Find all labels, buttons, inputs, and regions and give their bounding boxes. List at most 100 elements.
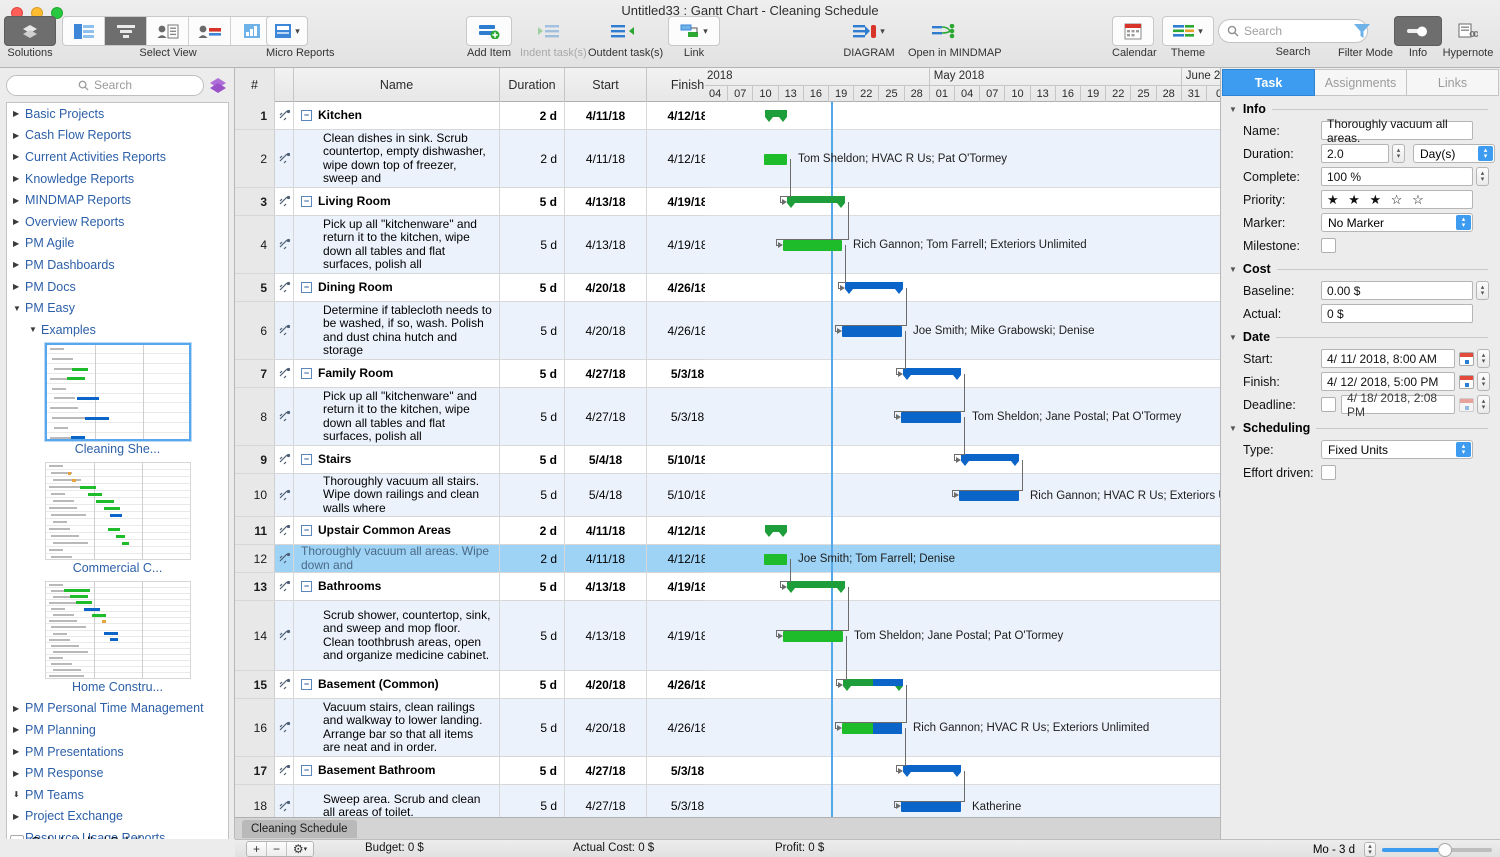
duration-cell[interactable]: 5 d <box>500 446 565 473</box>
gantt-task-bar[interactable] <box>764 154 787 165</box>
field-effort-driven[interactable]: Effort driven: <box>1221 462 1500 483</box>
tab-links[interactable]: Links <box>1407 69 1499 96</box>
duration-unit-select[interactable]: Day(s) ▴▾ <box>1413 144 1495 163</box>
sidebar-item-overview-reports[interactable]: ▶Overview Reports <box>7 211 228 233</box>
document-tab[interactable]: Cleaning Schedule <box>242 820 357 838</box>
chevron-right-icon[interactable]: ▶ <box>13 260 25 269</box>
duration-cell[interactable]: 5 d <box>500 601 565 670</box>
sidebar-item-pm-easy[interactable]: ▼PM Easy <box>7 297 228 319</box>
gantt-summary-bar[interactable] <box>843 679 903 686</box>
field-name[interactable]: Name: Thoroughly vacuum all areas. <box>1221 120 1500 141</box>
duration-cell[interactable]: 2 d <box>500 130 565 187</box>
col-header-num[interactable]: # <box>235 68 275 102</box>
chevron-down-icon[interactable]: ▼ <box>1229 265 1237 274</box>
chevron-right-icon[interactable]: ▶ <box>13 747 25 756</box>
start-cell[interactable]: 4/11/18 <box>565 517 647 544</box>
chevron-right-icon[interactable]: ▶ <box>13 725 25 734</box>
duration-cell[interactable]: 5 d <box>500 573 565 600</box>
start-cell[interactable]: 4/27/18 <box>565 785 647 817</box>
col-header-name[interactable]: Name <box>294 68 500 102</box>
diagram-button[interactable]: ▾ DIAGRAM <box>838 16 900 59</box>
link-button[interactable]: ▾ Link <box>668 16 720 59</box>
chevron-down-icon[interactable]: ▼ <box>1229 333 1237 342</box>
gantt-row[interactable] <box>705 360 1220 388</box>
field-start[interactable]: Start: 4/ 11/ 2018, 8:00 AM ▴▾ <box>1221 348 1500 369</box>
collapse-expander[interactable]: − <box>301 765 312 776</box>
complete-stepper[interactable]: ▴▾ <box>1476 167 1489 186</box>
task-type-icon[interactable] <box>275 757 294 784</box>
duration-cell[interactable]: 5 d <box>500 216 565 273</box>
gantt-body[interactable]: Tom Sheldon; HVAC R Us; Pat O'TormeyRich… <box>705 102 1220 817</box>
task-name-cell[interactable]: −Bathrooms <box>294 573 500 600</box>
task-name-cell[interactable]: −Basement Bathroom <box>294 757 500 784</box>
gantt-summary-bar[interactable] <box>765 110 787 117</box>
field-finish[interactable]: Finish: 4/ 12/ 2018, 5:00 PM ▴▾ <box>1221 371 1500 392</box>
inspector-tabs[interactable]: Task Assignments Links <box>1222 69 1499 96</box>
task-type-icon[interactable] <box>275 699 294 756</box>
gantt-task-bar[interactable] <box>764 554 787 565</box>
start-cell[interactable]: 4/13/18 <box>565 188 647 215</box>
theme-icon[interactable]: ▾ <box>1162 16 1214 46</box>
field-deadline[interactable]: Deadline: 4/ 18/ 2018, 2:08 PM ▴▾ <box>1221 394 1500 415</box>
task-name-cell[interactable]: Clean dishes in sink. Scrub countertop, … <box>294 130 500 187</box>
section-cost[interactable]: ▼ Cost <box>1229 260 1500 278</box>
duration-cell[interactable]: 2 d <box>500 545 565 572</box>
sidebar-thumbnail[interactable]: Commercial C... <box>7 462 228 579</box>
task-type-icon[interactable] <box>275 446 294 473</box>
task-name-cell[interactable]: −Kitchen <box>294 102 500 129</box>
duration-cell[interactable]: 2 d <box>500 102 565 129</box>
chevron-right-icon[interactable]: ▶ <box>13 769 25 778</box>
duration-cell[interactable]: 5 d <box>500 474 565 516</box>
add-row-button[interactable]: + <box>247 842 267 856</box>
collapse-expander[interactable]: − <box>301 581 312 592</box>
sidebar-item-pm-teams[interactable]: ⬇PM Teams <box>7 784 228 806</box>
task-type-icon[interactable] <box>275 360 294 387</box>
open-in-mindmap-button[interactable]: Open in MINDMAP <box>908 16 1002 59</box>
sidebar-item-project-exchange[interactable]: ▶Project Exchange <box>7 806 228 828</box>
select-view-group[interactable]: Select View <box>62 16 274 59</box>
add-item-button[interactable]: Add Item <box>466 16 512 59</box>
task-name-cell[interactable]: −Family Room <box>294 360 500 387</box>
chevron-right-icon[interactable]: ▶ <box>13 196 25 205</box>
name-input[interactable]: Thoroughly vacuum all areas. <box>1321 121 1473 140</box>
type-select[interactable]: Fixed Units ▴▾ <box>1321 440 1473 459</box>
task-name-cell[interactable]: Sweep area. Scrub and clean all areas of… <box>294 785 500 817</box>
start-cell[interactable]: 4/20/18 <box>565 274 647 301</box>
finish-stepper[interactable]: ▴▾ <box>1477 372 1490 391</box>
task-name-cell[interactable]: −Living Room <box>294 188 500 215</box>
sidebar-item-basic-projects[interactable]: ▶Basic Projects <box>7 103 228 125</box>
solutions-tree[interactable]: ▶Basic Projects▶Cash Flow Reports▶Curren… <box>6 102 229 857</box>
calendar-icon[interactable] <box>1459 398 1474 412</box>
gantt-chart[interactable]: 2018May 2018June 20407101316192225280104… <box>705 68 1220 817</box>
gantt-task-bar[interactable] <box>901 801 961 812</box>
start-cell[interactable]: 4/20/18 <box>565 699 647 756</box>
duration-cell[interactable]: 5 d <box>500 699 565 756</box>
duration-cell[interactable]: 5 d <box>500 188 565 215</box>
hypernote-button[interactable]: Hypernote <box>1442 16 1494 59</box>
field-priority[interactable]: Priority: ★ ★ ★ ☆ ☆ <box>1221 189 1500 210</box>
gantt-task-bar[interactable] <box>842 326 902 337</box>
gantt-summary-bar[interactable] <box>787 581 845 588</box>
task-type-icon[interactable] <box>275 188 294 215</box>
start-cell[interactable]: 5/4/18 <box>565 446 647 473</box>
chevron-down-icon[interactable]: ▼ <box>29 325 41 334</box>
chevron-updown-icon[interactable]: ▴▾ <box>1456 442 1471 457</box>
field-milestone[interactable]: Milestone: <box>1221 235 1500 256</box>
chevron-down-icon[interactable]: ▾ <box>880 26 885 37</box>
duration-cell[interactable]: 5 d <box>500 274 565 301</box>
gantt-task-bar[interactable] <box>783 240 842 251</box>
start-cell[interactable]: 4/20/18 <box>565 302 647 359</box>
outdent-task-button[interactable]: Outdent task(s) <box>588 16 663 59</box>
duration-cell[interactable]: 5 d <box>500 671 565 698</box>
task-name-cell[interactable]: −Basement (Common) <box>294 671 500 698</box>
start-cell[interactable]: 4/20/18 <box>565 671 647 698</box>
gantt-task-bar[interactable] <box>783 631 843 642</box>
duration-input[interactable]: 2.0 <box>1321 144 1389 163</box>
field-baseline[interactable]: Baseline: 0.00 $ ▴▾ <box>1221 280 1500 301</box>
sidebar-item-current-activities-reports[interactable]: ▶Current Activities Reports <box>7 146 228 168</box>
start-cell[interactable]: 4/11/18 <box>565 545 647 572</box>
start-stepper[interactable]: ▴▾ <box>1477 349 1490 368</box>
duration-cell[interactable]: 5 d <box>500 388 565 445</box>
zoom-stepper[interactable]: ▴▾ <box>1364 842 1376 857</box>
gantt-summary-bar[interactable] <box>765 525 787 532</box>
